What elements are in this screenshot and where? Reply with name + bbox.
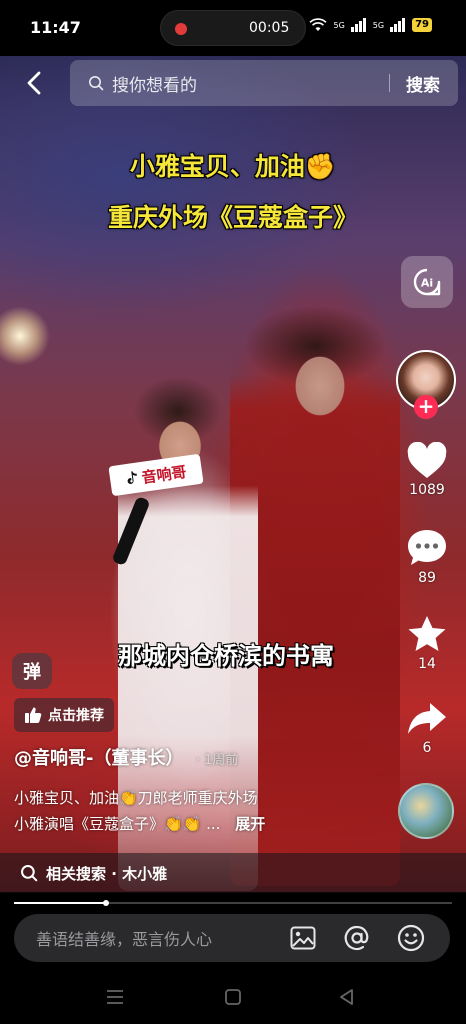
status-bar: 11:47 00:05 5G 5G 79 [0,0,466,56]
comment-count: 89 [418,570,436,586]
post-time: · 1周前 [195,753,239,768]
menu-icon[interactable] [104,986,126,1008]
thumbs-up-icon [25,707,42,723]
search-icon [89,76,104,91]
signal-icon [350,18,366,32]
back-triangle-icon[interactable] [336,986,358,1008]
search-bar[interactable]: 搜你想看的 搜索 [70,60,458,106]
emoji-button[interactable] [396,923,426,953]
expand-button[interactable]: 展开 [235,815,265,833]
image-icon [290,926,316,950]
video-progress-bar[interactable] [14,900,452,906]
signal-icon-2 [390,18,406,32]
screen-record-pill[interactable]: 00:05 [160,10,306,46]
wifi-icon [309,18,328,31]
video-caption-line2: 重庆外场《豆蔻盒子》 [107,203,358,232]
status-time: 11:47 [30,18,81,37]
heart-icon [407,442,447,478]
related-search-label: 相关搜索 · 木小雅 [46,864,168,883]
share-button[interactable]: 6 [397,700,457,756]
recommend-button[interactable]: 点击推荐 [14,698,114,732]
star-icon [408,616,446,651]
search-icon [21,865,38,882]
back-arrow-icon[interactable] [22,70,48,96]
record-time: 00:05 [249,20,290,36]
ai-button[interactable]: Ai [401,256,453,308]
comment-icon [408,530,446,565]
mention-button[interactable] [342,923,372,953]
ai-label: Ai [421,277,433,290]
progress-fill [14,902,106,904]
author-name[interactable]: @音响哥-（董事长） [14,748,183,769]
video-subtitle: 那城内仓桥滨的书寓 [118,641,334,670]
search-input[interactable]: 搜你想看的 [112,71,389,96]
music-disc[interactable] [398,783,454,839]
description-text: 小雅演唱《豆蔻盒子》👏👏 ... [14,815,221,833]
related-search-bar[interactable]: 相关搜索 · 木小雅 [0,853,466,893]
image-button[interactable] [288,923,318,953]
like-count: 1089 [409,482,445,498]
mic-tag-label: 音响哥 [140,462,188,487]
signal1-label: 5G [333,20,345,30]
at-icon [344,925,369,951]
favorite-count: 14 [418,656,436,672]
comment-bar: 善语结善缘，恶言伤人心 [0,906,466,970]
comment-placeholder[interactable]: 善语结善缘，恶言伤人心 [14,926,288,950]
description-line2: 小雅演唱《豆蔻盒子》👏👏 ... 展开 [14,813,394,834]
search-button[interactable]: 搜索 [390,71,458,96]
recommend-label: 点击推荐 [48,708,104,724]
like-button[interactable]: 1089 [397,442,457,498]
favorite-button[interactable]: 14 [397,614,457,672]
stage-light [0,306,50,366]
tiktok-note-icon [128,471,138,484]
danmaku-toggle[interactable]: 弹 [12,653,52,689]
description-line1: 小雅宝贝、加油👏刀郎老师重庆外场 [14,789,258,807]
system-nav-bar [0,970,466,1024]
share-count: 6 [422,740,432,756]
battery-icon: 79 [412,18,432,32]
status-icons: 5G 5G 79 [309,18,432,32]
emoji-icon [397,924,425,952]
author-line[interactable]: @音响哥-（董事长） · 1周前 [14,744,238,770]
video-caption-line1: 小雅宝贝、加油✊ [129,152,337,181]
comment-input[interactable]: 善语结善缘，恶言伤人心 [14,914,450,962]
comment-button[interactable]: 89 [397,528,457,586]
ai-icon: Ai [413,268,441,296]
follow-plus-icon[interactable]: + [414,395,438,419]
signal2-label: 5G [372,20,385,30]
share-arrow-icon [408,703,446,734]
record-dot-icon [175,23,187,35]
home-icon[interactable] [222,986,244,1008]
